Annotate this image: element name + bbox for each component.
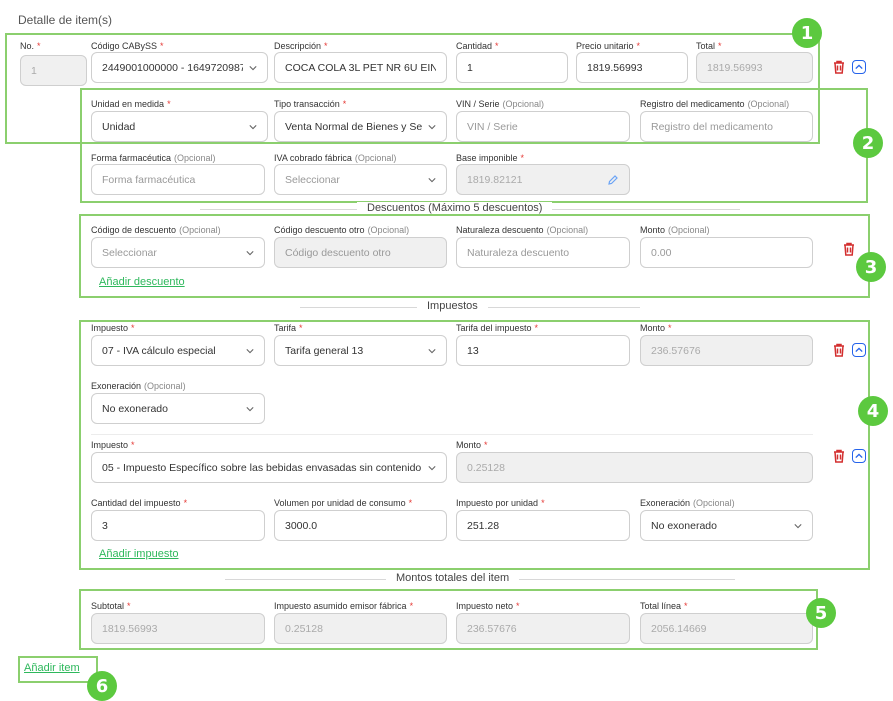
impuesto-select[interactable]: 05 - Impuesto Específico sobre las bebid… bbox=[91, 452, 447, 483]
precio-input[interactable]: 1819.56993 bbox=[576, 52, 688, 83]
impuesto-unidad-input[interactable]: 251.28 bbox=[456, 510, 630, 541]
collapse-button[interactable] bbox=[852, 449, 866, 463]
annotation-badge: 1 bbox=[792, 18, 822, 48]
trash-icon[interactable] bbox=[842, 242, 856, 256]
codigo-descuento-select[interactable]: Seleccionar bbox=[91, 237, 265, 268]
tipo-transaccion-label: Tipo transacción * bbox=[274, 99, 347, 109]
annotation-badge: 4 bbox=[858, 396, 888, 426]
chevron-down-icon bbox=[246, 348, 254, 353]
add-tax-link[interactable]: Añadir impuesto bbox=[99, 548, 179, 560]
monto-impuesto-field: 236.57676 bbox=[640, 335, 813, 366]
monto-impuesto-label: Monto * bbox=[456, 440, 488, 450]
collapse-button[interactable] bbox=[852, 343, 866, 357]
total-field: 1819.56993 bbox=[696, 52, 813, 83]
exoneracion-label: Exoneración (Opcional) bbox=[640, 498, 735, 508]
registro-medicamento-input[interactable]: Registro del medicamento bbox=[640, 111, 813, 142]
subtotal-label: Subtotal * bbox=[91, 601, 131, 611]
trash-icon[interactable] bbox=[832, 60, 846, 74]
unidad-label: Unidad en medida * bbox=[91, 99, 171, 109]
exoneracion-label: Exoneración (Opcional) bbox=[91, 381, 186, 391]
imp-emisor-label: Impuesto asumido emisor fábrica * bbox=[274, 601, 414, 611]
impuestos-section-title: Impuestos bbox=[417, 300, 488, 312]
volumen-label: Volumen por unidad de consumo * bbox=[274, 498, 413, 508]
codigo-descuento-otro-input: Código descuento otro bbox=[274, 237, 447, 268]
vin-label: VIN / Serie (Opcional) bbox=[456, 99, 545, 109]
chevron-down-icon bbox=[794, 523, 802, 528]
monto-impuesto-label: Monto * bbox=[640, 323, 672, 333]
add-discount-link[interactable]: Añadir descuento bbox=[99, 276, 185, 288]
naturaleza-descuento-input[interactable]: Naturaleza descuento bbox=[456, 237, 630, 268]
exoneracion-select[interactable]: No exonerado bbox=[91, 393, 265, 424]
descripcion-input[interactable]: COCA COLA 3L PET NR 6U EINSTEIN bbox=[274, 52, 447, 83]
annotation-badge: 6 bbox=[87, 671, 117, 701]
iva-fabrica-label: IVA cobrado fábrica (Opcional) bbox=[274, 153, 397, 163]
vin-input[interactable]: VIN / Serie bbox=[456, 111, 630, 142]
naturaleza-descuento-label: Naturaleza descuento (Opcional) bbox=[456, 225, 589, 235]
no-field: 1 bbox=[20, 55, 87, 86]
annotation-badge: 2 bbox=[853, 128, 883, 158]
chevron-up-icon bbox=[855, 64, 863, 70]
chevron-down-icon bbox=[428, 177, 436, 182]
total-label: Total * bbox=[696, 41, 722, 51]
volumen-input[interactable]: 3000.0 bbox=[274, 510, 447, 541]
codigo-descuento-otro-label: Código descuento otro (Opcional) bbox=[274, 225, 410, 235]
page-title: Detalle de item(s) bbox=[18, 13, 113, 27]
forma-farmaceutica-label: Forma farmacéutica (Opcional) bbox=[91, 153, 216, 163]
base-imponible-label: Base imponible * bbox=[456, 153, 525, 163]
exoneracion-select[interactable]: No exonerado bbox=[640, 510, 813, 541]
codigo-descuento-label: Código de descuento (Opcional) bbox=[91, 225, 221, 235]
cantidad-impuesto-input[interactable]: 3 bbox=[91, 510, 265, 541]
monto-impuesto-field: 0.25128 bbox=[456, 452, 813, 483]
trash-icon[interactable] bbox=[832, 343, 846, 357]
chevron-down-icon bbox=[428, 465, 436, 470]
chevron-up-icon bbox=[855, 453, 863, 459]
descripcion-label: Descripción * bbox=[274, 41, 328, 51]
monto-descuento-input[interactable]: 0.00 bbox=[640, 237, 813, 268]
collapse-button[interactable] bbox=[852, 60, 866, 74]
no-label: No. * bbox=[20, 41, 41, 51]
tarifa-impuesto-input[interactable]: 13 bbox=[456, 335, 630, 366]
iva-fabrica-select[interactable]: Seleccionar bbox=[274, 164, 447, 195]
chevron-down-icon bbox=[428, 124, 436, 129]
cantidad-input[interactable]: 1 bbox=[456, 52, 568, 83]
cantidad-label: Cantidad * bbox=[456, 41, 499, 51]
pencil-icon[interactable] bbox=[607, 174, 619, 186]
chevron-down-icon bbox=[428, 348, 436, 353]
impuesto-unidad-label: Impuesto por unidad * bbox=[456, 498, 545, 508]
subtotal-field: 1819.56993 bbox=[91, 613, 265, 644]
impuesto-select[interactable]: 07 - IVA cálculo especial bbox=[91, 335, 265, 366]
unidad-select[interactable]: Unidad bbox=[91, 111, 268, 142]
chevron-down-icon bbox=[249, 124, 257, 129]
add-item-link[interactable]: Añadir item bbox=[24, 662, 80, 674]
impuesto-label: Impuesto * bbox=[91, 440, 135, 450]
impuesto-label: Impuesto * bbox=[91, 323, 135, 333]
forma-farmaceutica-input[interactable]: Forma farmacéutica bbox=[91, 164, 265, 195]
tarifa-select[interactable]: Tarifa general 13 bbox=[274, 335, 447, 366]
cabys-select[interactable]: 2449001000000 - 1649720987123 bbox=[91, 52, 268, 83]
tipo-transaccion-select[interactable]: Venta Normal de Bienes y Servicio bbox=[274, 111, 447, 142]
imp-emisor-field: 0.25128 bbox=[274, 613, 447, 644]
total-linea-label: Total línea * bbox=[640, 601, 688, 611]
precio-label: Precio unitario * bbox=[576, 41, 641, 51]
registro-medicamento-label: Registro del medicamento (Opcional) bbox=[640, 99, 790, 109]
tarifa-impuesto-label: Tarifa del impuesto * bbox=[456, 323, 539, 333]
chevron-up-icon bbox=[855, 347, 863, 353]
chevron-down-icon bbox=[249, 65, 257, 70]
total-linea-field: 2056.14669 bbox=[640, 613, 813, 644]
monto-descuento-label: Monto (Opcional) bbox=[640, 225, 710, 235]
cantidad-impuesto-label: Cantidad del impuesto * bbox=[91, 498, 188, 508]
montos-section-title: Montos totales del item bbox=[386, 572, 520, 584]
annotation-badge: 3 bbox=[856, 252, 886, 282]
descuentos-section-title: Descuentos (Máximo 5 descuentos) bbox=[357, 202, 553, 214]
imp-neto-label: Impuesto neto * bbox=[456, 601, 520, 611]
base-imponible-field: 1819.82121 bbox=[456, 164, 630, 195]
trash-icon[interactable] bbox=[832, 449, 846, 463]
chevron-down-icon bbox=[246, 406, 254, 411]
chevron-down-icon bbox=[246, 250, 254, 255]
imp-neto-field: 236.57676 bbox=[456, 613, 630, 644]
annotation-badge: 5 bbox=[806, 598, 836, 628]
tax-separator bbox=[91, 434, 813, 435]
tarifa-label: Tarifa * bbox=[274, 323, 303, 333]
cabys-label: Código CABySS * bbox=[91, 41, 164, 51]
